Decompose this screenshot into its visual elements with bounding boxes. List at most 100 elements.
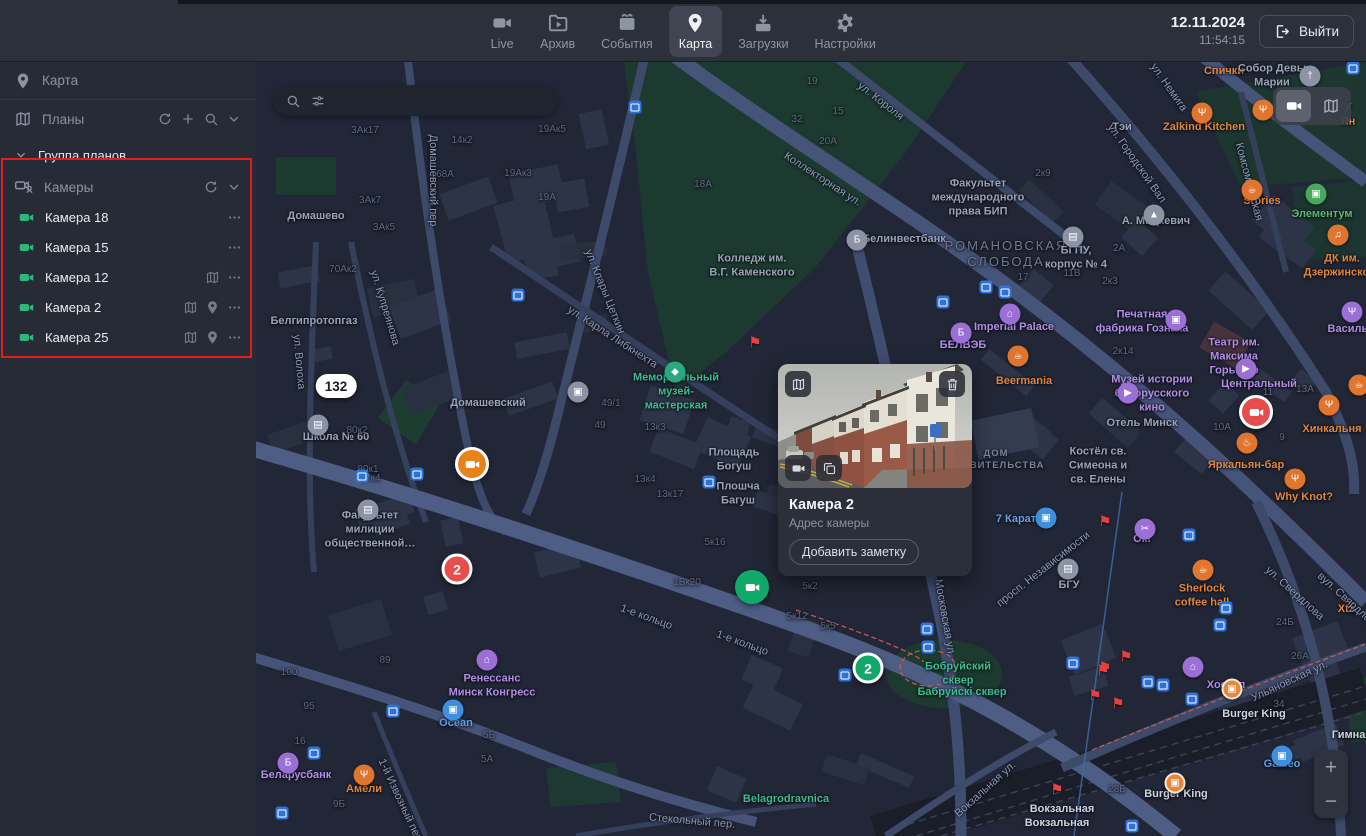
map-icon[interactable] (205, 270, 220, 285)
camera-name: Камера 2 (45, 300, 101, 315)
map-icon (1322, 97, 1340, 115)
sidebar-map-label: Карта (42, 73, 78, 88)
tab-label: Настройки (815, 37, 876, 51)
videocam-icon (1248, 404, 1265, 421)
zoom-controls: + − (1314, 750, 1348, 818)
tab-label: Live (491, 37, 514, 51)
search-icon[interactable] (203, 111, 219, 127)
events-icon (616, 12, 638, 34)
videocam-icon (464, 456, 481, 473)
map-icon[interactable] (183, 300, 198, 315)
tab-label: Архив (540, 37, 575, 51)
toggle-cameras-button[interactable] (1276, 90, 1311, 122)
camera-icon (18, 299, 35, 316)
camera-list-item[interactable]: Камера 2 (0, 292, 256, 322)
add-note-button[interactable]: Добавить заметку (789, 539, 919, 565)
dots-menu-icon[interactable] (227, 270, 242, 285)
videocam-icon (1285, 97, 1303, 115)
tab-events[interactable]: События (591, 6, 663, 57)
popup-copy-button[interactable] (816, 455, 842, 481)
camera-list-item[interactable]: Камера 18 (0, 202, 256, 232)
camera-list-item[interactable]: Камера 12 (0, 262, 256, 292)
popup-map-button[interactable] (785, 371, 811, 397)
tab-live[interactable]: Live (480, 6, 524, 57)
logout-label: Выйти (1299, 24, 1339, 39)
camera-icon (18, 239, 35, 256)
cluster-count-marker[interactable]: 132 (316, 374, 357, 398)
dots-menu-icon[interactable] (227, 300, 242, 315)
camera-cluster-marker[interactable]: 2 (853, 653, 884, 684)
camera-icon (18, 209, 35, 226)
zoom-out-button[interactable]: − (1314, 791, 1348, 812)
chevron-down-icon[interactable] (226, 111, 242, 127)
zoom-in-button[interactable]: + (1314, 757, 1348, 778)
add-plan-icon[interactable] (180, 111, 196, 127)
popup-body: Камера 2 Адрес камеры Добавить заметку (778, 488, 972, 576)
sidebar-group-plans[interactable]: Группа планов (0, 140, 256, 170)
main-nav: Live Архив События Карта Загрузки Настро… (480, 0, 886, 62)
toggle-plans-button[interactable] (1313, 90, 1348, 122)
time-label: 11:54:15 (1199, 33, 1245, 48)
videocam-icon (744, 579, 761, 596)
search-input[interactable] (335, 93, 546, 108)
sidebar-item-map[interactable]: Карта (0, 62, 256, 100)
tab-label: События (601, 37, 653, 51)
map-icon[interactable] (183, 330, 198, 345)
camera-name: Камера 18 (45, 210, 109, 225)
pin-icon[interactable] (205, 330, 220, 345)
tab-label: Карта (679, 37, 712, 51)
camera-list-item[interactable]: Камера 15 (0, 232, 256, 262)
camera-marker[interactable] (1239, 395, 1273, 429)
camera-marker[interactable] (735, 570, 769, 604)
logout-button[interactable]: Выйти (1259, 15, 1354, 48)
dots-menu-icon[interactable] (227, 330, 242, 345)
tab-map[interactable]: Карта (669, 6, 722, 57)
tab-archive[interactable]: Архив (530, 6, 585, 57)
topbar-right: 12.11.2024 11:54:15 Выйти (1171, 0, 1354, 62)
refresh-icon[interactable] (203, 179, 219, 195)
layer-toggle (1273, 87, 1351, 125)
refresh-icon[interactable] (157, 111, 173, 127)
map-icon (791, 377, 806, 392)
chevron-down-icon[interactable] (226, 179, 242, 195)
popup-camera-address: Адрес камеры (789, 516, 961, 530)
dots-menu-icon[interactable] (227, 240, 242, 255)
folder-icon (547, 12, 569, 34)
pin-icon (14, 72, 32, 90)
camera-row-actions (183, 330, 242, 345)
camera-cluster-marker[interactable]: 2 (442, 554, 473, 585)
sidebar-plans-label: Планы (42, 112, 84, 127)
camera-icon (18, 269, 35, 286)
filter-sliders-icon[interactable] (310, 93, 326, 109)
tab-settings[interactable]: Настройки (805, 6, 886, 57)
camera-row-actions (227, 210, 242, 225)
map-search (273, 85, 558, 116)
cameras-actions (203, 179, 242, 195)
videocam-icon (491, 12, 513, 34)
tab-downloads[interactable]: Загрузки (728, 6, 798, 57)
tab-label: Загрузки (738, 37, 788, 51)
sidebar-item-plans[interactable]: Планы (0, 100, 256, 138)
topbar: Live Архив События Карта Загрузки Настро… (0, 0, 1366, 62)
map-canvas[interactable]: Школа № 60Факультет милиции общественной… (256, 62, 1366, 836)
sidebar-cameras-header[interactable]: Камеры (0, 172, 256, 202)
datetime: 12.11.2024 11:54:15 (1171, 14, 1245, 48)
popup-delete-button[interactable] (939, 371, 965, 397)
dots-menu-icon[interactable] (227, 210, 242, 225)
search-icon[interactable] (285, 93, 301, 109)
camera-preview-photo[interactable] (778, 364, 972, 488)
camera-name: Камера 12 (45, 270, 109, 285)
plans-actions (157, 111, 242, 127)
logout-icon (1274, 23, 1291, 40)
videocam-icon (791, 461, 806, 476)
copy-icon (822, 461, 837, 476)
popup-live-button[interactable] (785, 455, 811, 481)
camera-row-actions (183, 300, 242, 315)
pin-icon[interactable] (205, 300, 220, 315)
chevron-down-icon (14, 148, 28, 162)
camera-popup: Камера 2 Адрес камеры Добавить заметку (778, 364, 972, 576)
camera-marker[interactable] (455, 447, 489, 481)
camera-list-item[interactable]: Камера 25 (0, 322, 256, 352)
camera-list: Камера 18 Камера 15 Камера 12 Камера 2 К… (0, 202, 256, 352)
group-plans-label: Группа планов (38, 148, 126, 163)
